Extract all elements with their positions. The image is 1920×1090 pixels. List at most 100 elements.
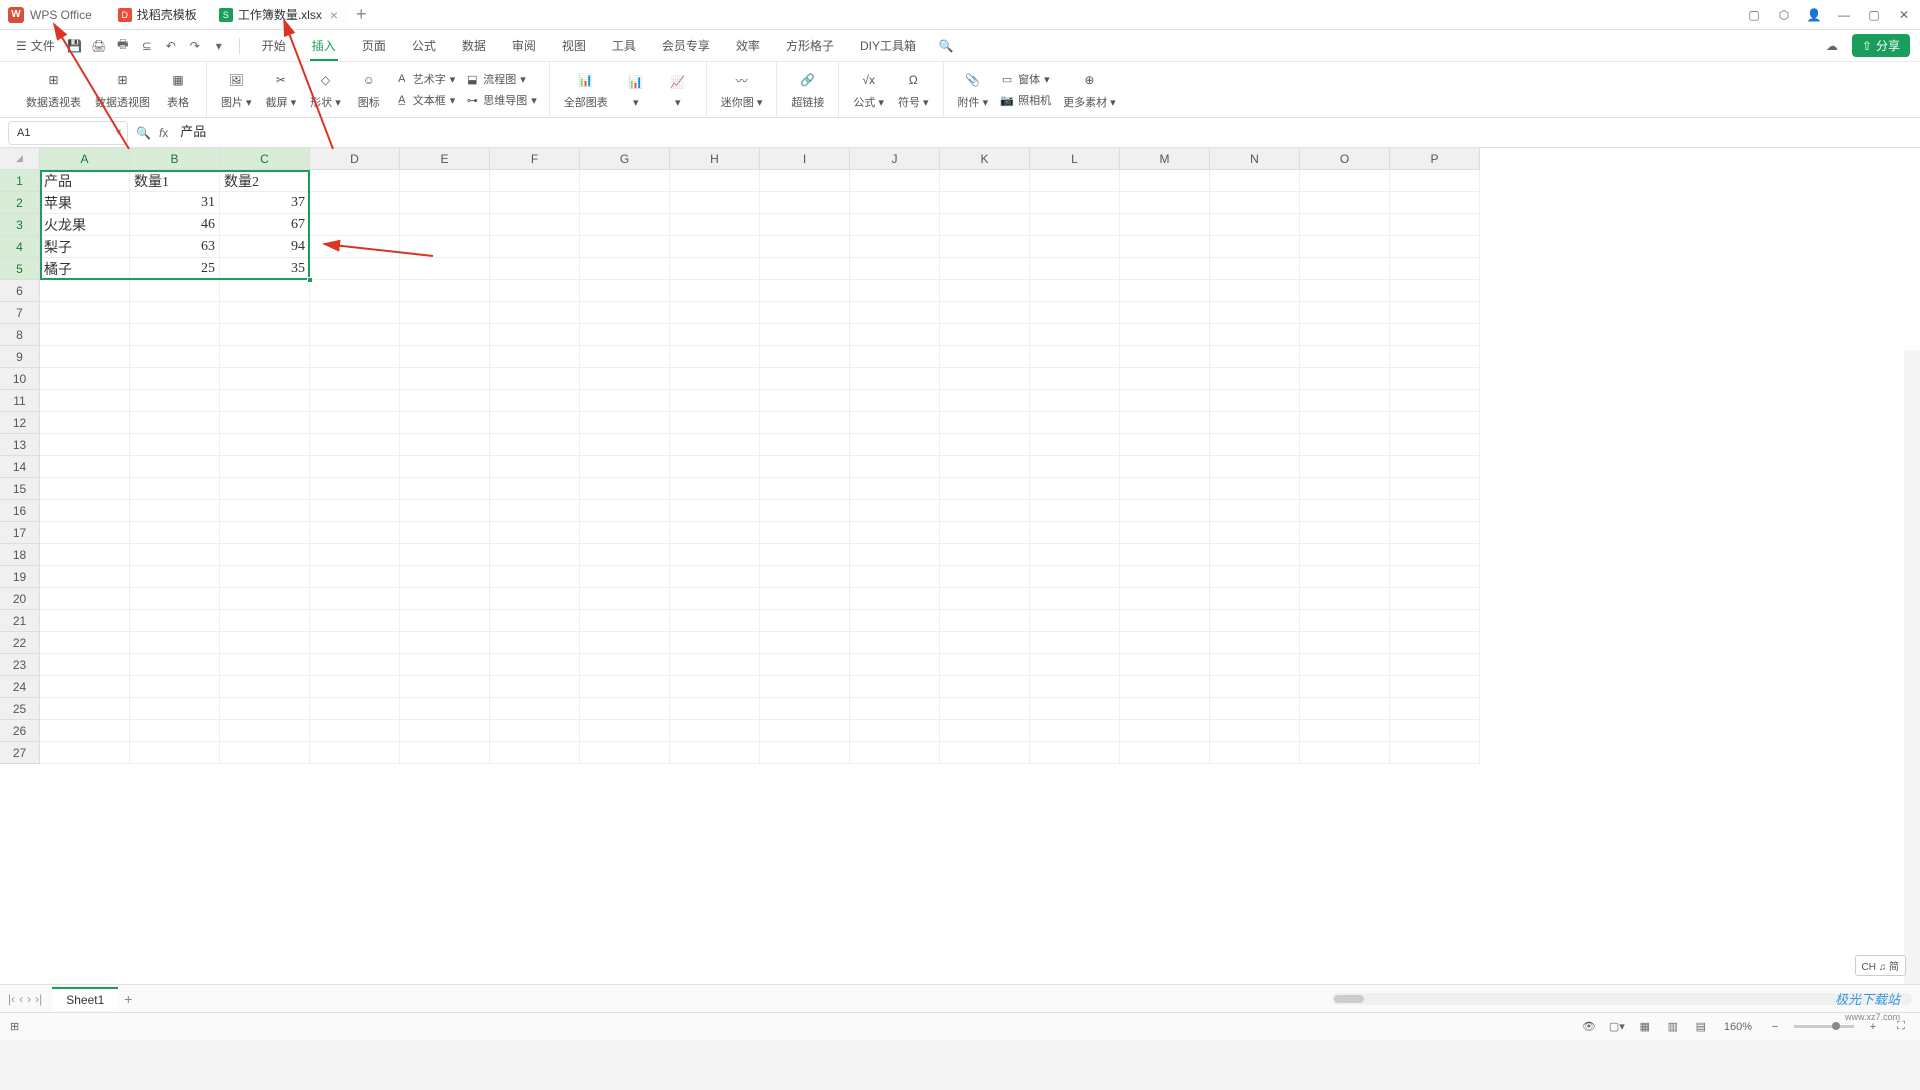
cell[interactable] xyxy=(1300,434,1390,456)
column-header[interactable]: I xyxy=(760,148,850,170)
cell[interactable] xyxy=(580,214,670,236)
cell[interactable] xyxy=(1120,500,1210,522)
cell[interactable] xyxy=(1210,258,1300,280)
cell[interactable] xyxy=(310,654,400,676)
cell[interactable] xyxy=(850,456,940,478)
cell[interactable] xyxy=(130,324,220,346)
cell[interactable] xyxy=(1300,742,1390,764)
row-header[interactable]: 12 xyxy=(0,412,40,434)
cell[interactable] xyxy=(760,170,850,192)
cell[interactable] xyxy=(220,478,310,500)
cell[interactable]: 数量1 xyxy=(130,170,220,192)
cell[interactable] xyxy=(1030,742,1120,764)
cell[interactable] xyxy=(850,522,940,544)
cell[interactable] xyxy=(400,500,490,522)
menu-tab-审阅[interactable]: 审阅 xyxy=(510,31,538,60)
cell[interactable] xyxy=(850,214,940,236)
cell[interactable] xyxy=(1030,544,1120,566)
share-button[interactable]: ⇧ 分享 xyxy=(1852,34,1910,57)
cell[interactable] xyxy=(40,654,130,676)
cell[interactable] xyxy=(940,544,1030,566)
cell[interactable] xyxy=(220,588,310,610)
copy-icon[interactable]: ⊆ xyxy=(137,36,157,56)
cell[interactable] xyxy=(130,346,220,368)
cell[interactable] xyxy=(130,302,220,324)
cell[interactable] xyxy=(670,522,760,544)
last-sheet-icon[interactable]: ›| xyxy=(35,992,42,1006)
cell[interactable] xyxy=(670,654,760,676)
column-header[interactable]: H xyxy=(670,148,760,170)
cell[interactable] xyxy=(310,170,400,192)
cell[interactable] xyxy=(1300,698,1390,720)
row-header[interactable]: 14 xyxy=(0,456,40,478)
cell[interactable] xyxy=(1390,632,1480,654)
cell[interactable] xyxy=(940,632,1030,654)
cell[interactable] xyxy=(220,566,310,588)
tab-templates[interactable]: D 找稻壳模板 xyxy=(108,2,207,28)
cell[interactable] xyxy=(40,610,130,632)
cell[interactable] xyxy=(1030,434,1120,456)
cell[interactable] xyxy=(1030,654,1120,676)
cell[interactable] xyxy=(1210,368,1300,390)
first-sheet-icon[interactable]: |‹ xyxy=(8,992,15,1006)
cell[interactable] xyxy=(580,456,670,478)
cell[interactable] xyxy=(1120,434,1210,456)
cell[interactable] xyxy=(1030,632,1120,654)
cell[interactable] xyxy=(490,456,580,478)
cell[interactable] xyxy=(40,412,130,434)
cell[interactable] xyxy=(220,610,310,632)
cell[interactable] xyxy=(1030,588,1120,610)
cell[interactable] xyxy=(400,390,490,412)
column-header[interactable]: C xyxy=(220,148,310,170)
column-header[interactable]: P xyxy=(1390,148,1480,170)
cell[interactable] xyxy=(1390,258,1480,280)
cell[interactable] xyxy=(1030,610,1120,632)
cell[interactable] xyxy=(490,500,580,522)
cell[interactable] xyxy=(1030,698,1120,720)
cell[interactable] xyxy=(580,192,670,214)
row-header[interactable]: 15 xyxy=(0,478,40,500)
row-header[interactable]: 27 xyxy=(0,742,40,764)
cell[interactable] xyxy=(400,324,490,346)
cell[interactable] xyxy=(1210,170,1300,192)
cell[interactable]: 63 xyxy=(130,236,220,258)
cell[interactable] xyxy=(40,280,130,302)
cell[interactable] xyxy=(400,302,490,324)
cell[interactable]: 产品 xyxy=(40,170,130,192)
cell[interactable] xyxy=(670,632,760,654)
cell[interactable] xyxy=(1120,456,1210,478)
cell[interactable] xyxy=(40,698,130,720)
cell[interactable] xyxy=(1390,368,1480,390)
display-settings-icon[interactable]: ▢▾ xyxy=(1608,1018,1626,1036)
cell[interactable] xyxy=(1300,676,1390,698)
cell[interactable] xyxy=(580,500,670,522)
cell[interactable] xyxy=(670,588,760,610)
cell[interactable] xyxy=(1120,390,1210,412)
cell[interactable] xyxy=(400,544,490,566)
cell[interactable] xyxy=(1030,280,1120,302)
cell[interactable] xyxy=(130,676,220,698)
camera-button[interactable]: 📷照相机 xyxy=(996,91,1055,109)
row-header[interactable]: 7 xyxy=(0,302,40,324)
cell[interactable] xyxy=(1300,214,1390,236)
cell[interactable] xyxy=(40,324,130,346)
cell[interactable] xyxy=(760,500,850,522)
cell[interactable] xyxy=(1390,302,1480,324)
normal-view-icon[interactable]: ▦ xyxy=(1636,1018,1654,1036)
cell[interactable] xyxy=(1300,522,1390,544)
cell[interactable] xyxy=(850,368,940,390)
cell[interactable] xyxy=(1300,280,1390,302)
cell[interactable] xyxy=(400,654,490,676)
cell[interactable] xyxy=(1300,588,1390,610)
column-header[interactable]: E xyxy=(400,148,490,170)
cell[interactable] xyxy=(1120,544,1210,566)
cell[interactable] xyxy=(940,412,1030,434)
cell[interactable]: 94 xyxy=(220,236,310,258)
cell[interactable] xyxy=(1120,522,1210,544)
cell[interactable] xyxy=(940,610,1030,632)
row-header[interactable]: 5 xyxy=(0,258,40,280)
cell[interactable] xyxy=(760,258,850,280)
cell[interactable] xyxy=(940,742,1030,764)
cell[interactable] xyxy=(1300,390,1390,412)
cell[interactable] xyxy=(40,368,130,390)
